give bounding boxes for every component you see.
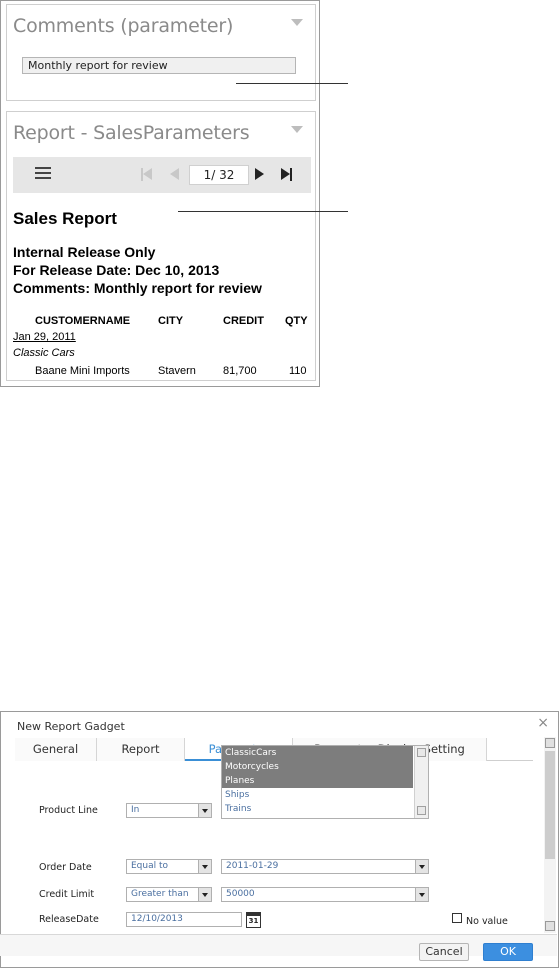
row-qty: 110	[289, 365, 307, 377]
release-date-value: 12/10/2013	[131, 914, 183, 924]
ok-button[interactable]: OK	[483, 943, 533, 961]
comments-gadget: Comments (parameter) Monthly report for …	[6, 4, 316, 101]
no-value-checkbox[interactable]	[452, 913, 462, 923]
dialog-title: New Report Gadget	[17, 720, 125, 733]
calendar-day: 31	[248, 917, 259, 925]
callout-line-comments	[236, 83, 348, 84]
scrollbar-thumb[interactable]	[545, 751, 555, 859]
report-line-3: Comments: Monthly report for review	[13, 280, 262, 296]
report-gadget-title: Report - SalesParameters	[13, 122, 250, 144]
callout-line-report	[178, 211, 348, 212]
order-date-value: 2011-01-29	[226, 861, 279, 871]
list-item-planes[interactable]: Planes	[222, 774, 413, 788]
list-item-classiccars[interactable]: ClassicCars	[222, 746, 413, 760]
credit-limit-value: 50000	[226, 889, 255, 899]
product-line-operator-select[interactable]: In	[126, 803, 212, 818]
chevron-down-icon[interactable]	[415, 888, 428, 901]
last-page-icon[interactable]	[281, 168, 293, 181]
chevron-down-icon[interactable]	[198, 888, 211, 901]
column-header-credit: CREDIT	[223, 315, 264, 327]
column-header-qty: QTY	[285, 315, 308, 327]
release-date-input[interactable]: 12/10/2013	[126, 912, 242, 927]
row-customername: Baane Mini Imports	[35, 365, 130, 377]
gadget-menu-caret-icon[interactable]	[291, 19, 303, 26]
chevron-down-icon[interactable]	[198, 860, 211, 873]
tab-general[interactable]: General	[15, 738, 97, 761]
calendar-icon[interactable]: 31	[246, 912, 261, 928]
credit-limit-operator-select[interactable]: Greater than	[126, 887, 212, 902]
list-item-motorcycles[interactable]: Motorcycles	[222, 760, 413, 774]
total-pages: / 32	[211, 168, 235, 182]
order-date-value-select[interactable]: 2011-01-29	[221, 859, 429, 874]
dialog-scrollbar[interactable]	[544, 737, 556, 933]
comments-gadget-title: Comments (parameter)	[13, 15, 234, 37]
previous-page-icon[interactable]	[170, 168, 179, 180]
report-gadget: Report - SalesParameters 1/ 32 Sales Rep…	[6, 111, 316, 381]
tab-report[interactable]: Report	[97, 738, 185, 761]
product-line-label: Product Line	[39, 805, 98, 816]
date-group-label: Jan 29, 2011	[13, 331, 76, 343]
scroll-down-icon[interactable]	[545, 921, 555, 931]
dialog-footer	[0, 934, 557, 956]
report-toolbar: 1/ 32	[13, 157, 311, 193]
menu-icon[interactable]	[35, 167, 51, 180]
credit-limit-value-select[interactable]: 50000	[221, 887, 429, 902]
list-item-trains[interactable]: Trains	[222, 802, 413, 816]
category-group-label: Classic Cars	[13, 347, 75, 359]
close-icon[interactable]: ×	[537, 715, 549, 731]
row-city: Stavern	[158, 365, 196, 377]
product-line-listbox[interactable]: ClassicCars Motorcycles Planes Ships Tra…	[221, 745, 429, 819]
chevron-down-icon[interactable]	[198, 804, 211, 817]
next-page-icon[interactable]	[255, 168, 264, 180]
comments-value-field[interactable]: Monthly report for review	[22, 57, 296, 74]
credit-limit-operator-value: Greater than	[131, 889, 189, 899]
scroll-up-icon[interactable]	[417, 748, 426, 757]
listbox-scrollbar[interactable]	[414, 746, 428, 818]
scroll-down-icon[interactable]	[417, 806, 426, 815]
order-date-label: Order Date	[39, 862, 92, 873]
product-line-operator-value: In	[131, 805, 140, 815]
scroll-up-icon[interactable]	[545, 738, 555, 748]
no-value-label: No value	[466, 916, 508, 927]
list-item-ships[interactable]: Ships	[222, 788, 413, 802]
order-date-operator-value: Equal to	[131, 861, 169, 871]
column-header-customername: CUSTOMERNAME	[35, 315, 131, 327]
first-page-icon[interactable]	[141, 168, 153, 181]
gadget-menu-caret-icon[interactable]	[291, 126, 303, 133]
report-heading: Sales Report	[13, 209, 117, 228]
row-credit: 81,700	[223, 365, 257, 377]
page-indicator[interactable]: 1/ 32	[189, 165, 249, 185]
order-date-operator-select[interactable]: Equal to	[126, 859, 212, 874]
cancel-button[interactable]: Cancel	[419, 943, 469, 961]
column-header-city: CITY	[158, 315, 184, 327]
credit-limit-label: Credit Limit	[39, 889, 95, 900]
report-line-2: For Release Date: Dec 10, 2013	[13, 262, 220, 278]
chevron-down-icon[interactable]	[415, 860, 428, 873]
release-date-label: ReleaseDate	[39, 914, 99, 925]
report-line-1: Internal Release Only	[13, 244, 156, 260]
